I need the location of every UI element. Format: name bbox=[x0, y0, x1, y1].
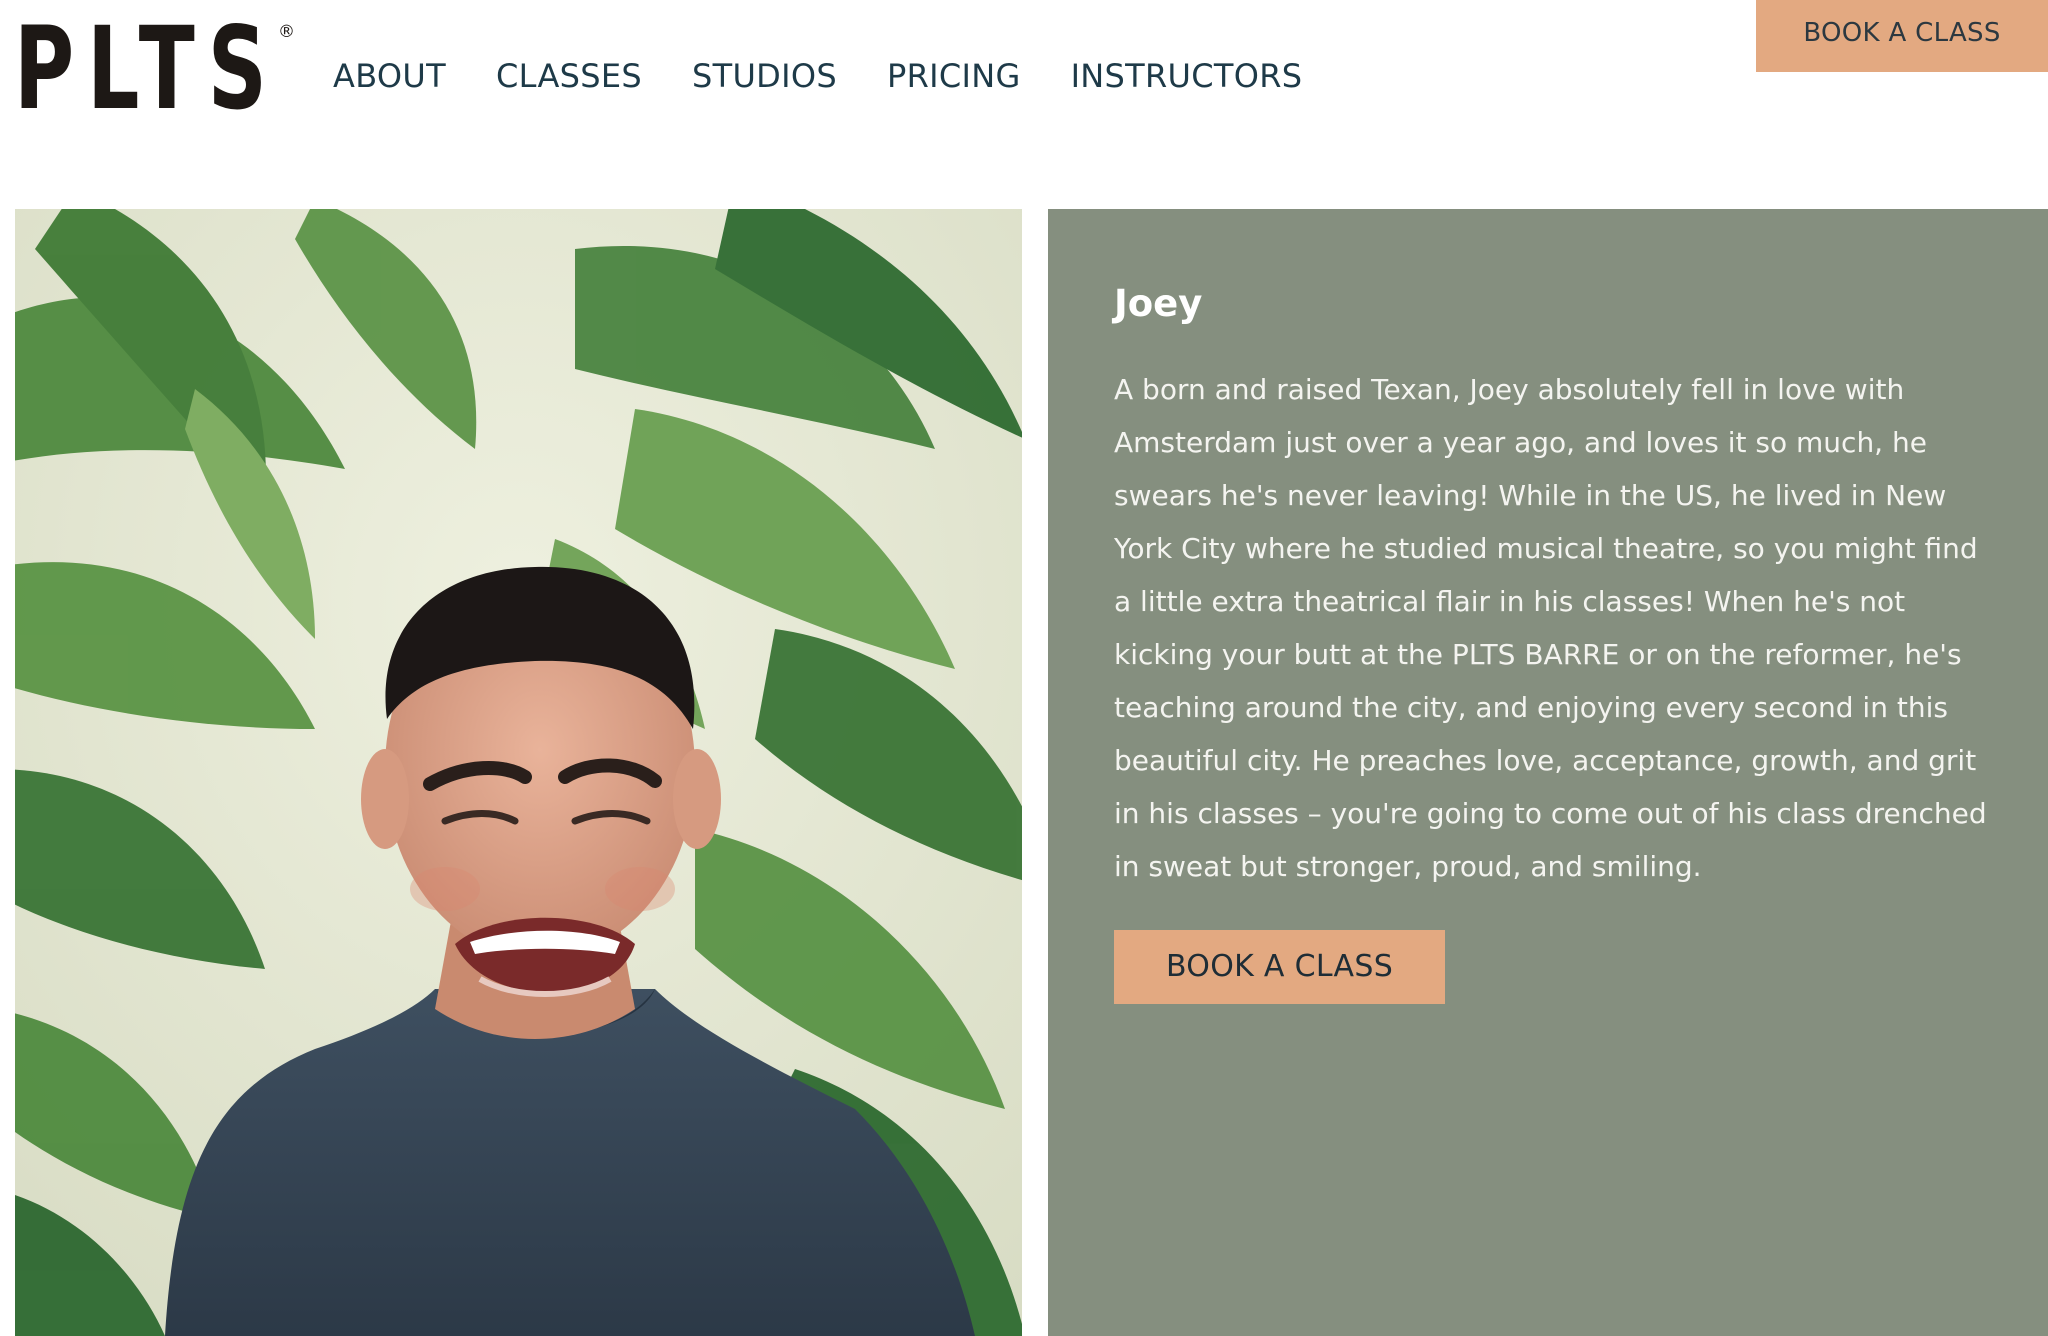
nav-item-pricing[interactable]: PRICING bbox=[887, 52, 1021, 100]
book-class-button[interactable]: BOOK A CLASS bbox=[1114, 930, 1445, 1004]
main-nav: ABOUT CLASSES STUDIOS PRICING INSTRUCTOR… bbox=[333, 52, 1302, 100]
logo-wordmark: PLTS bbox=[14, 2, 280, 135]
plts-logo[interactable]: PLTS ® bbox=[14, 2, 383, 135]
page: PLTS ® ABOUT CLASSES STUDIOS PRICING INS… bbox=[0, 0, 2048, 1336]
instructor-photo-illustration bbox=[15, 209, 1022, 1336]
header-book-class-button[interactable]: BOOK A CLASS bbox=[1756, 0, 2048, 72]
nav-item-classes[interactable]: CLASSES bbox=[496, 52, 642, 100]
registered-mark: ® bbox=[278, 22, 295, 42]
nav-item-instructors[interactable]: INSTRUCTORS bbox=[1071, 52, 1303, 100]
instructor-bio-panel: Joey A born and raised Texan, Joey absol… bbox=[1048, 209, 2048, 1336]
nav-item-about[interactable]: ABOUT bbox=[333, 52, 446, 100]
instructor-bio: A born and raised Texan, Joey absolutely… bbox=[1114, 373, 1987, 883]
nav-item-studios[interactable]: STUDIOS bbox=[692, 52, 837, 100]
instructor-name: Joey bbox=[1114, 282, 1203, 325]
instructor-photo bbox=[15, 209, 1022, 1336]
